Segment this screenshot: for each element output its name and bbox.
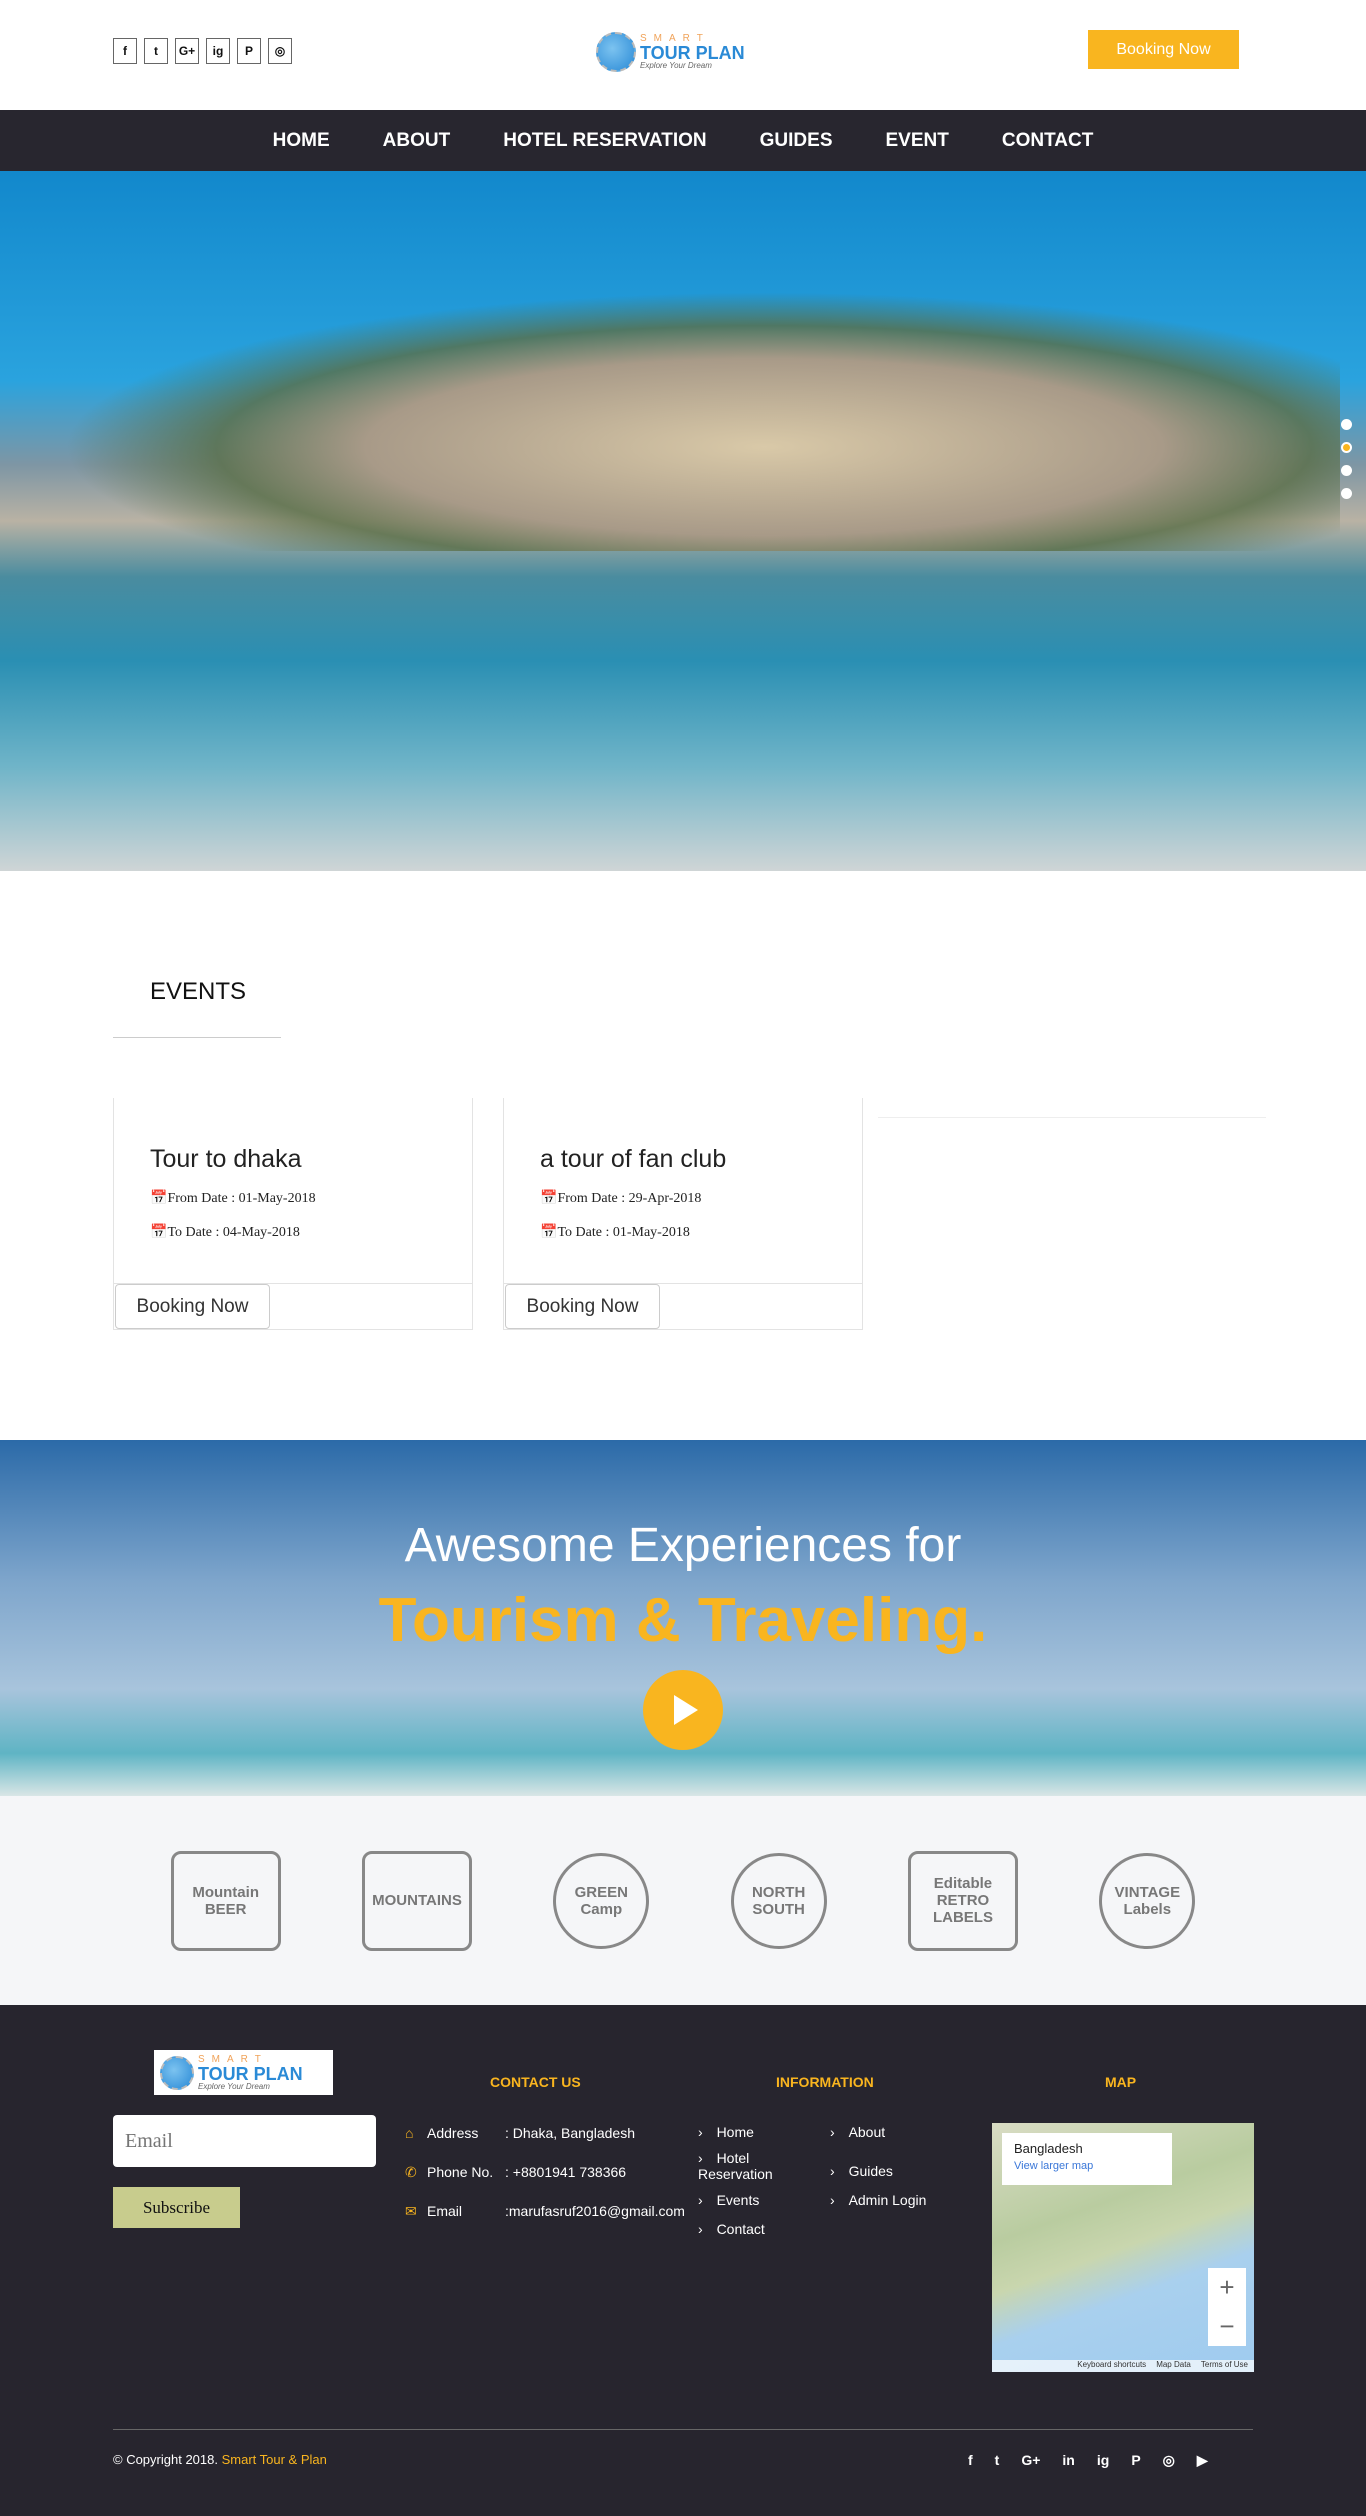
terms-link[interactable]: Terms of Use (1201, 2360, 1248, 2372)
view-larger-map-link[interactable]: View larger map (1014, 2160, 1160, 2172)
flickr-icon[interactable]: ◎ (1163, 2452, 1175, 2469)
footer-link-home[interactable]: Home (698, 2124, 754, 2140)
brand-link[interactable]: Smart Tour & Plan (222, 2452, 327, 2467)
logo-top: SMART (198, 2053, 268, 2065)
footer-link-admin-login[interactable]: Admin Login (830, 2192, 927, 2208)
slider-dot[interactable] (1341, 465, 1352, 476)
event-from-date: 📅From Date : 01-May-2018 (150, 1191, 316, 1206)
nav-guides[interactable]: GUIDES (760, 130, 833, 152)
brand-logo: VINTAGE Labels (1099, 1852, 1196, 1949)
play-video-button[interactable] (643, 1670, 723, 1750)
zoom-in-button[interactable]: + (1219, 2272, 1234, 2303)
twitter-icon[interactable]: t (995, 2452, 1000, 2469)
footer-link-events[interactable]: Events (698, 2192, 760, 2208)
linkedin-icon[interactable]: in (1062, 2452, 1074, 2469)
event-to-date: 📅To Date : 04-May-2018 (150, 1225, 300, 1240)
instagram-icon[interactable]: ig (1097, 2452, 1109, 2469)
contact-email: ✉ Email:marufasruf2016@gmail.com (405, 2203, 685, 2219)
nav-contact[interactable]: CONTACT (1002, 130, 1093, 152)
booking-now-button[interactable]: Booking Now (1088, 30, 1239, 69)
envelope-icon: ✉ (405, 2203, 417, 2219)
divider (113, 2429, 1253, 2430)
social-links: f t G+ ig P ◎ (113, 38, 292, 64)
footer-link-guides[interactable]: Guides (830, 2163, 893, 2179)
brand-logos: Mountain BEER MOUNTAINS GREEN Camp NORTH… (0, 1796, 1366, 2005)
pinterest-icon[interactable]: P (1131, 2452, 1140, 2469)
footer-logo[interactable]: SMART TOUR PLAN Explore Your Dream (154, 2050, 333, 2095)
contact-heading: CONTACT US (490, 2074, 581, 2090)
logo-main: TOUR PLAN (640, 43, 745, 63)
banner-line2: Tourism & Traveling. (378, 1586, 988, 1655)
brand-logo: Mountain BEER (170, 1850, 281, 1951)
footer-link-contact[interactable]: Contact (698, 2221, 765, 2237)
map-heading: MAP (1105, 2074, 1137, 2090)
slider-dot[interactable] (1341, 419, 1352, 430)
event-to-date: 📅To Date : 01-May-2018 (540, 1225, 690, 1240)
phone-icon: ✆ (405, 2164, 417, 2180)
event-from-date: 📅From Date : 29-Apr-2018 (540, 1191, 702, 1206)
copyright: © Copyright 2018. Smart Tour & Plan (113, 2452, 327, 2467)
divider (878, 1117, 1266, 1118)
pinterest-icon[interactable]: P (237, 38, 261, 64)
slider-dots (1341, 419, 1352, 499)
nav-hotel-reservation[interactable]: HOTEL RESERVATION (503, 130, 706, 152)
event-card: Tour to dhaka 📅From Date : 01-May-2018 📅… (113, 1098, 473, 1330)
logo[interactable]: SMART TOUR PLAN Explore Your Dream (596, 28, 768, 76)
event-booking-button[interactable]: Booking Now (115, 1284, 270, 1329)
youtube-icon[interactable]: ▶ (1197, 2452, 1208, 2469)
nav-event[interactable]: EVENT (886, 130, 949, 152)
banner-line1: Awesome Experiences for (404, 1519, 962, 1572)
map-footer: Keyboard shortcuts Map Data Terms of Use (992, 2360, 1254, 2372)
brand-logo: NORTH SOUTH (730, 1852, 827, 1949)
main-nav: HOME ABOUT HOTEL RESERVATION GUIDES EVEN… (0, 110, 1366, 171)
flickr-icon[interactable]: ◎ (268, 38, 292, 64)
footer-link-about[interactable]: About (830, 2124, 886, 2140)
logo-main: TOUR PLAN (198, 2063, 303, 2084)
facebook-icon[interactable]: f (968, 2452, 973, 2469)
events-heading: EVENTS (150, 978, 247, 1005)
google-plus-icon[interactable]: G+ (175, 38, 199, 64)
brand-logo: GREEN Camp (553, 1852, 650, 1949)
globe-icon (160, 2055, 194, 2090)
google-plus-icon[interactable]: G+ (1021, 2452, 1040, 2469)
zoom-out-button[interactable]: − (1219, 2311, 1234, 2342)
contact-address: ⌂ Address: Dhaka, Bangladesh (405, 2125, 635, 2141)
play-icon (674, 1695, 698, 1725)
brand-logo: MOUNTAINS (361, 1850, 472, 1951)
home-icon: ⌂ (405, 2125, 414, 2141)
instagram-icon[interactable]: ig (206, 38, 230, 64)
brand-logo: Editable RETRO LABELS (907, 1850, 1018, 1951)
event-title: a tour of fan club (540, 1145, 727, 1173)
subscribe-button[interactable]: Subscribe (113, 2187, 240, 2228)
information-heading: INFORMATION (776, 2074, 874, 2090)
hero-image (60, 291, 1340, 551)
map-zoom-controls: + − (1208, 2268, 1246, 2346)
footer-social-links: f t G+ in ig P ◎ ▶ (968, 2452, 1208, 2469)
facebook-icon[interactable]: f (113, 38, 137, 64)
logo-tagline: Explore Your Dream (640, 61, 712, 70)
globe-icon (596, 32, 636, 72)
nav-about[interactable]: ABOUT (383, 130, 451, 152)
event-card: a tour of fan club 📅From Date : 29-Apr-2… (503, 1098, 863, 1330)
slider-dot[interactable] (1341, 488, 1352, 499)
event-booking-button[interactable]: Booking Now (505, 1284, 660, 1329)
event-title: Tour to dhaka (150, 1145, 302, 1173)
email-input[interactable] (113, 2115, 376, 2167)
map-place: Bangladesh (1014, 2141, 1083, 2156)
slider-dot-active[interactable] (1341, 442, 1352, 453)
google-map[interactable]: Bangladesh View larger map + − Keyboard sh… (992, 2123, 1254, 2372)
twitter-icon[interactable]: t (144, 38, 168, 64)
map-data-link[interactable]: Map Data (1156, 2360, 1191, 2372)
map-info-card: Bangladesh View larger map (1002, 2133, 1172, 2185)
keyboard-shortcuts-link[interactable]: Keyboard shortcuts (1077, 2360, 1146, 2372)
nav-home[interactable]: HOME (273, 130, 330, 152)
logo-tagline: Explore Your Dream (198, 2081, 270, 2091)
contact-phone: ✆ Phone No.: +8801941 738366 (405, 2164, 627, 2180)
footer-link-hotel-reservation[interactable]: Hotel Reservation (698, 2150, 793, 2182)
divider (113, 1037, 281, 1038)
